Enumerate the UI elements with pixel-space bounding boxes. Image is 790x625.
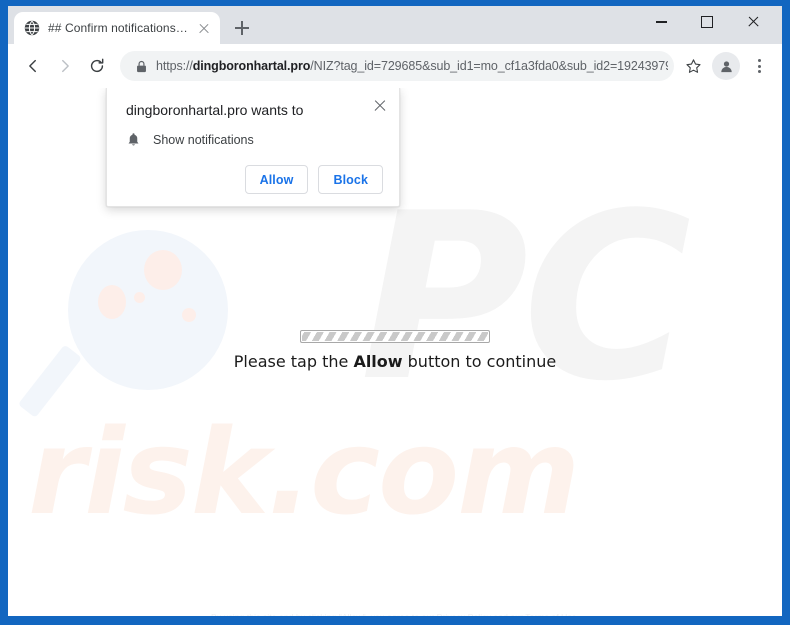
- profile-button[interactable]: [712, 52, 740, 80]
- page-viewport: PC risk.com Please tap the Allow button …: [8, 88, 782, 616]
- pcrisk-magnifier-watermark-icon: [17, 230, 229, 418]
- page-center-content: Please tap the Allow button to continue: [8, 330, 782, 371]
- browser-window: ## Confirm notifications ## https://ding…: [0, 0, 790, 625]
- window-controls: [638, 6, 782, 38]
- instruction-bold: Allow: [353, 352, 403, 371]
- permission-row: Show notifications: [126, 132, 383, 148]
- arrow-right-icon: [62, 59, 69, 73]
- minimize-button[interactable]: [638, 6, 684, 38]
- tab-strip: ## Confirm notifications ##: [8, 6, 782, 44]
- dialog-actions: Allow Block: [126, 165, 383, 194]
- dialog-title: dingboronhartal.pro wants to: [126, 102, 304, 118]
- close-window-button[interactable]: [730, 6, 776, 38]
- instruction-text: Please tap the Allow button to continue: [234, 352, 556, 371]
- instruction-prefix: Please tap the: [233, 352, 354, 371]
- maximize-button[interactable]: [684, 6, 730, 38]
- block-button[interactable]: Block: [318, 165, 383, 194]
- avatar-icon: [720, 60, 732, 72]
- url-path: /NIZ?tag_id=729685&sub_id1=mo_cf1a3fda0&…: [310, 59, 668, 73]
- loading-progress-bar: [300, 330, 490, 343]
- permission-label: Show notifications: [153, 133, 254, 147]
- browser-window-inner: ## Confirm notifications ## https://ding…: [8, 6, 782, 616]
- browser-toolbar: https://dingboronhartal.pro/NIZ?tag_id=7…: [8, 44, 782, 88]
- address-bar[interactable]: https://dingboronhartal.pro/NIZ?tag_id=7…: [120, 51, 674, 81]
- star-icon: [685, 58, 701, 73]
- reload-icon: [90, 58, 104, 73]
- back-button[interactable]: [18, 51, 48, 81]
- three-dot-menu-icon: [748, 55, 770, 77]
- browser-tab[interactable]: ## Confirm notifications ##: [14, 12, 220, 44]
- arrow-left-icon: [29, 59, 36, 73]
- url-scheme: https://: [156, 59, 193, 73]
- new-tab-button[interactable]: [228, 14, 256, 42]
- bookmark-button[interactable]: [678, 51, 708, 81]
- browser-menu-button[interactable]: [744, 51, 774, 81]
- notification-permission-dialog: dingboronhartal.pro wants to Show notifi…: [106, 88, 400, 207]
- url-text: https://dingboronhartal.pro/NIZ?tag_id=7…: [156, 59, 668, 73]
- watermark-pc: PC: [360, 165, 691, 432]
- watermark-risk: risk.com: [28, 403, 580, 541]
- instruction-suffix: button to continue: [402, 352, 557, 371]
- bell-icon: [128, 133, 139, 146]
- dialog-close-icon[interactable]: [371, 97, 389, 115]
- reload-button[interactable]: [82, 51, 112, 81]
- forward-button[interactable]: [50, 51, 80, 81]
- tab-title: ## Confirm notifications ##: [48, 21, 188, 35]
- lock-icon: [130, 55, 152, 77]
- page-footer-text: By using this site and by clicking "Allo…: [8, 612, 782, 616]
- allow-button[interactable]: Allow: [244, 165, 309, 194]
- globe-icon: [24, 20, 40, 36]
- tab-close-icon[interactable]: [196, 20, 212, 36]
- url-host: dingboronhartal.pro: [192, 59, 311, 73]
